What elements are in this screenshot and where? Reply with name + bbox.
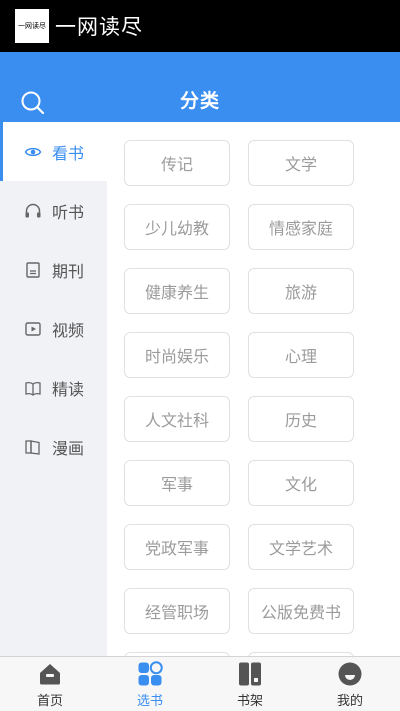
eye-icon	[24, 143, 42, 161]
category-button[interactable]: 时尚娱乐	[124, 332, 230, 378]
category-button[interactable]: 传记	[124, 140, 230, 186]
category-button[interactable]: 健康养生	[124, 268, 230, 314]
sidebar-item-intensive-reading[interactable]: 精读	[0, 358, 107, 417]
category-button[interactable]: 经管职场	[124, 588, 230, 634]
video-icon	[24, 320, 42, 338]
profile-icon	[337, 661, 363, 687]
category-content: 传记 文学 少儿幼教 情感家庭 健康养生 旅游 时尚娱乐 心理 人文社科 历史 …	[107, 122, 400, 656]
bottom-tab-bar: 首页 选书 书架 我的	[0, 656, 400, 711]
sidebar-item-label: 视频	[52, 320, 85, 340]
tab-home[interactable]: 首页	[0, 657, 100, 711]
tab-profile[interactable]: 我的	[300, 657, 400, 711]
tab-label: 书架	[236, 694, 263, 709]
open-book-icon	[24, 379, 42, 397]
comic-book-icon	[24, 438, 42, 456]
tab-browse[interactable]: 选书	[100, 657, 200, 711]
sidebar-item-magazines[interactable]: 期刊	[0, 240, 107, 299]
tab-bookshelf[interactable]: 书架	[200, 657, 300, 711]
sidebar-item-label: 听书	[52, 202, 85, 222]
category-button[interactable]: 文学	[248, 140, 354, 186]
headphones-icon	[24, 202, 42, 220]
sidebar-item-audiobooks[interactable]: 听书	[0, 181, 107, 240]
bookshelf-icon	[237, 661, 263, 687]
category-sidebar: 看书 听书 期刊 视频 精读 漫画	[0, 122, 107, 656]
app-title: 一网读尽	[55, 15, 143, 39]
sidebar-item-comics[interactable]: 漫画	[0, 417, 107, 476]
app-logo: 一网读尽	[15, 9, 49, 43]
sidebar-item-reading[interactable]: 看书	[0, 122, 107, 181]
tab-label: 首页	[36, 694, 63, 709]
tab-label: 我的	[336, 694, 363, 709]
sidebar-item-videos[interactable]: 视频	[0, 299, 107, 358]
sidebar-item-label: 看书	[52, 143, 85, 163]
app-bar: 一网读尽 一网读尽	[0, 0, 400, 52]
sidebar-item-label: 漫画	[52, 438, 85, 458]
sidebar-item-label: 精读	[52, 379, 85, 399]
category-button[interactable]: 历史	[248, 396, 354, 442]
magazine-icon	[24, 261, 42, 279]
tab-label: 选书	[136, 694, 163, 709]
page-title: 分类	[179, 90, 220, 112]
sidebar-item-label: 期刊	[52, 261, 85, 281]
category-button[interactable]: 情感家庭	[248, 204, 354, 250]
category-button[interactable]: 党政军事	[124, 524, 230, 570]
page-header: 分类	[0, 52, 400, 122]
category-button[interactable]: 军事	[124, 460, 230, 506]
home-icon	[37, 661, 63, 687]
category-button[interactable]: 文学艺术	[248, 524, 354, 570]
category-button[interactable]: 人文社科	[124, 396, 230, 442]
category-button[interactable]: 旅游	[248, 268, 354, 314]
category-button[interactable]: 少儿幼教	[124, 204, 230, 250]
category-grid: 传记 文学 少儿幼教 情感家庭 健康养生 旅游 时尚娱乐 心理 人文社科 历史 …	[124, 140, 364, 656]
category-button[interactable]: 文化	[248, 460, 354, 506]
category-button[interactable]: 心理	[248, 332, 354, 378]
category-button[interactable]: 公版免费书	[248, 588, 354, 634]
grid-icon	[137, 661, 163, 687]
app-logo-text: 一网读尽	[18, 22, 46, 30]
